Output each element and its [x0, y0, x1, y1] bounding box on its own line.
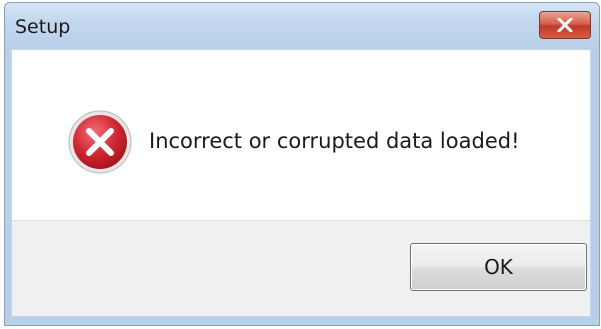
error-icon — [66, 108, 134, 176]
close-icon — [557, 18, 573, 32]
window-title: Setup — [15, 16, 71, 38]
ok-button[interactable]: OK — [410, 243, 587, 291]
message-area: Incorrect or corrupted data loaded! — [12, 50, 590, 230]
button-bar: OK — [12, 220, 590, 316]
setup-dialog: Setup Incorrect or corrupted data loaded… — [4, 2, 600, 326]
dialog-content: Incorrect or corrupted data loaded! OK — [11, 49, 591, 317]
error-message: Incorrect or corrupted data loaded! — [149, 129, 520, 153]
close-button[interactable] — [539, 11, 591, 39]
title-bar[interactable]: Setup — [5, 3, 599, 49]
